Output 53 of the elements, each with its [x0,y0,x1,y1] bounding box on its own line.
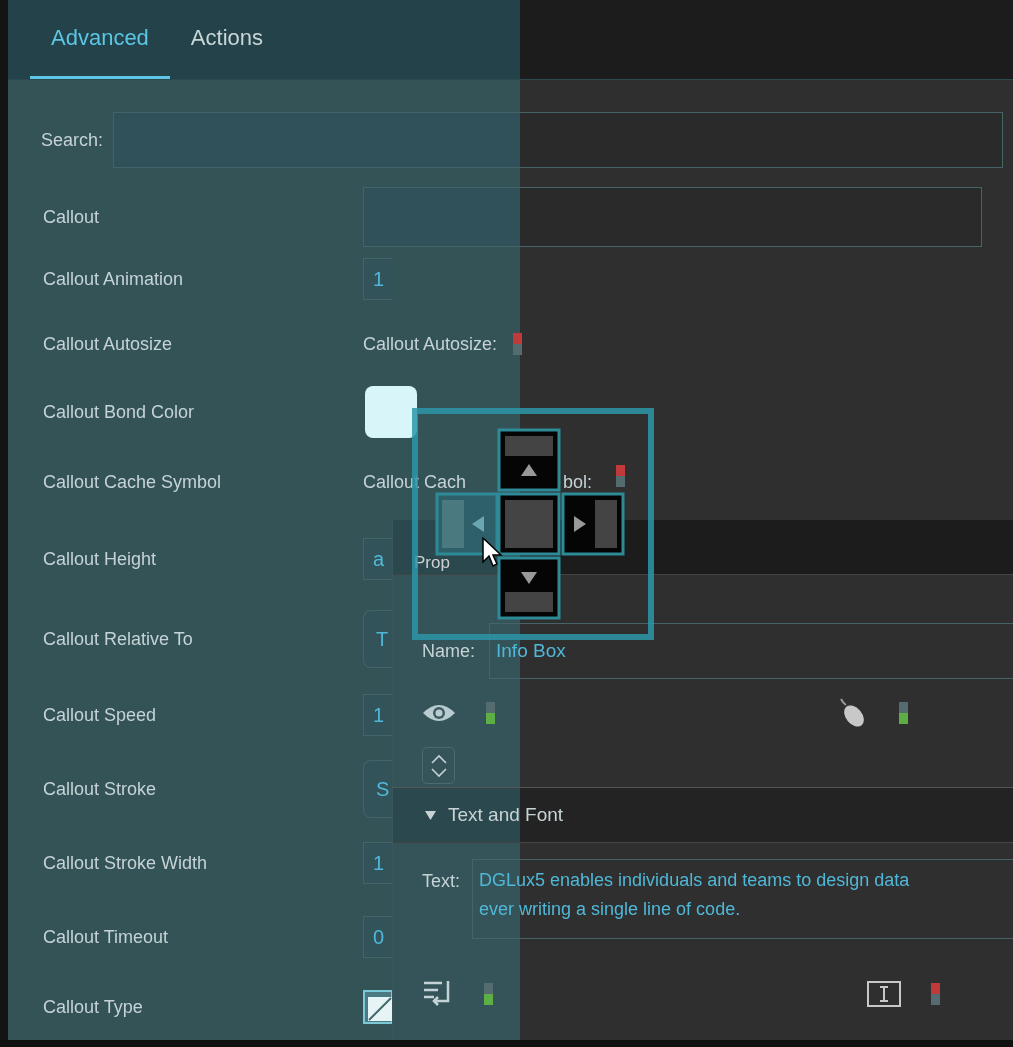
property-label: Callout Autosize [43,333,174,355]
diagonal-square-icon[interactable] [363,990,393,1024]
number-field[interactable]: 1 [363,258,392,300]
dock-center-button[interactable] [497,492,561,556]
tab[interactable]: Advanced [30,0,170,79]
property-label: Callout Type [43,996,144,1018]
dock-bottom-button[interactable] [497,556,561,620]
text-line: ever writing a single line of code. [479,899,742,920]
toggle-switch[interactable] [616,465,626,487]
property-label: Callout Animation [43,268,185,290]
toggle-switch[interactable] [899,702,908,724]
dropdown[interactable]: S [363,760,392,818]
search-field[interactable] [113,112,1003,168]
property-label: Callout Stroke Width [43,852,209,874]
text-line: DGLux5 enables individuals and teams to design data [479,870,911,891]
color-swatch[interactable] [365,386,417,438]
property-label: Callout Speed [43,704,158,726]
property-label: Callout Cache Symbol [43,471,223,493]
toggle-switch[interactable] [486,702,495,724]
number-field[interactable]: 1 [363,842,392,884]
toggle-label: Callout Cach [363,471,467,493]
name-field[interactable]: Info Box [489,623,1013,679]
text-area[interactable]: DGLux5 enables individuals and teams to design data ever writing a single line of code. [472,859,1013,939]
property-label: Callout Timeout [43,926,170,948]
text-field[interactable] [363,187,982,247]
eye-icon[interactable] [422,703,456,723]
property-label: Callout Stroke [43,778,158,800]
number-field[interactable]: 0 [363,916,392,958]
dock-right-button[interactable] [561,492,625,556]
name-label: Name: [422,640,475,662]
text-cursor-icon[interactable] [867,981,901,1007]
tab[interactable]: Actions [169,0,284,79]
toggle-switch[interactable] [931,983,940,1005]
dock-left-button[interactable] [435,492,499,556]
dock-top-button[interactable] [497,428,561,492]
property-label: Callout [43,206,101,228]
toggle-label: bol: [563,471,593,493]
triangle-icon [425,810,436,820]
toggle-switch[interactable] [513,333,523,355]
property-label: Callout Height [43,548,158,570]
text-label: Text: [422,871,460,892]
number-field[interactable]: 1 [363,694,392,736]
search-label: Search: [41,129,104,151]
cursor-icon [482,537,504,569]
number-field[interactable]: a [363,538,392,580]
chevron-up-down-icon [429,752,448,779]
toggle-label: Callout Autosize: [363,333,498,355]
property-label: Callout Bond Color [43,401,196,423]
toggle-switch[interactable] [484,983,493,1005]
stepper-button[interactable] [422,747,455,784]
property-label: Callout Relative To [43,628,194,650]
section-header[interactable]: Text and Font [393,787,1013,843]
dropdown[interactable]: T [363,610,392,668]
